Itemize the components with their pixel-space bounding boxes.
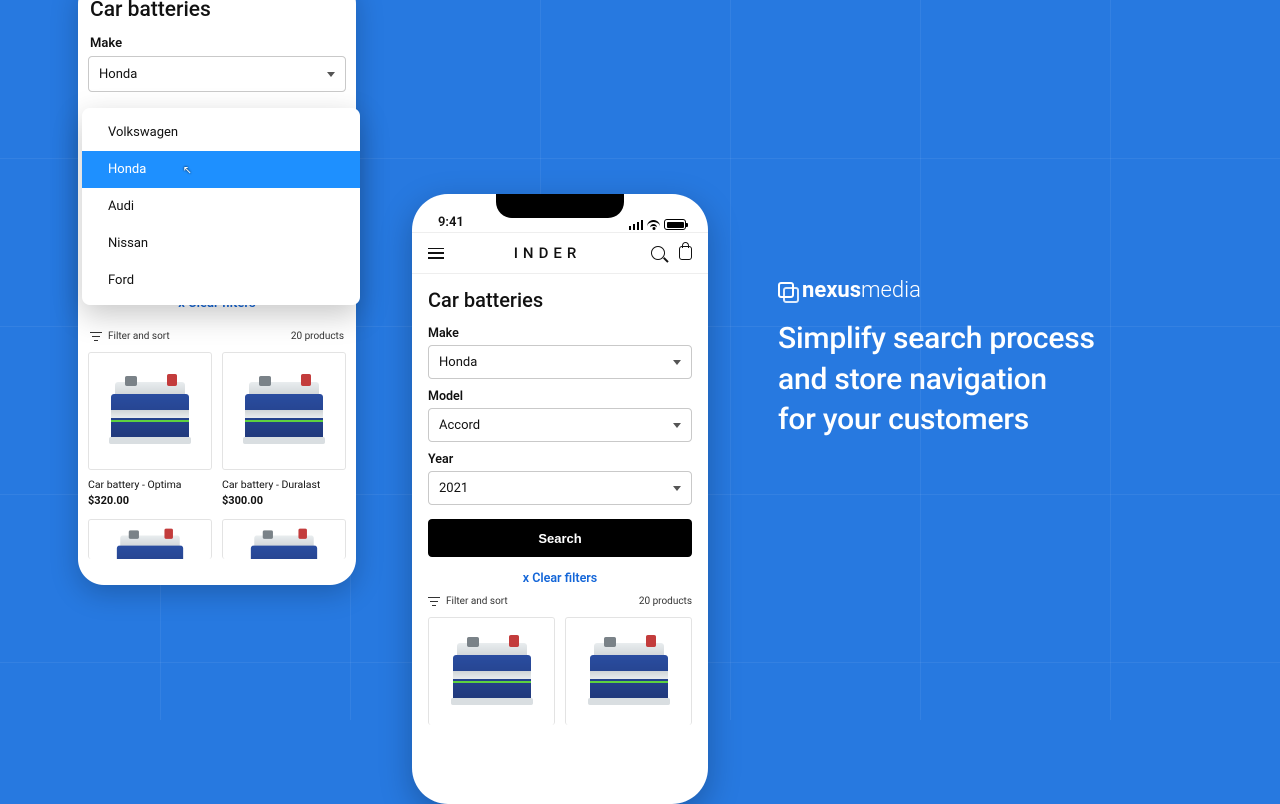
make-dropdown: VolkswagenHonda↖AudiNissanFord — [82, 108, 360, 305]
cursor-icon: ↖ — [183, 163, 192, 176]
chevron-down-icon — [673, 423, 681, 428]
product-card[interactable] — [565, 617, 692, 725]
filter-sort-label[interactable]: Filter and sort — [446, 596, 508, 607]
product-card[interactable] — [88, 352, 212, 470]
battery-image — [590, 643, 668, 701]
make-select[interactable]: Honda — [88, 56, 346, 92]
product-card[interactable] — [88, 519, 212, 559]
nexusmedia-logo: nexusmedia — [778, 278, 1240, 303]
logo-text-light: media — [861, 278, 921, 303]
make-option[interactable]: Honda↖ — [82, 151, 360, 188]
battery-image — [111, 382, 189, 440]
product-grid — [88, 519, 346, 559]
make-select[interactable]: Honda — [428, 345, 692, 379]
product-grid — [88, 352, 346, 470]
battery-image — [245, 382, 323, 440]
filter-icon — [90, 332, 102, 342]
battery-image — [117, 535, 183, 559]
make-option[interactable]: Audi — [82, 188, 360, 225]
make-label: Make — [90, 36, 344, 51]
headline-line: Simplify search process — [778, 319, 1240, 360]
make-option[interactable]: Nissan — [82, 225, 360, 262]
year-label: Year — [428, 452, 692, 467]
cart-icon[interactable] — [679, 246, 692, 260]
make-select-value: Honda — [99, 67, 137, 82]
product-card[interactable] — [222, 519, 346, 559]
phone-mock-left: Car batteries Make Honda VolkswagenHonda… — [78, 0, 356, 585]
search-button[interactable]: Search — [428, 519, 692, 557]
product-grid — [428, 617, 692, 725]
logo-text-bold: nexus — [802, 278, 861, 303]
year-select[interactable]: 2021 — [428, 471, 692, 505]
make-option[interactable]: Ford — [82, 262, 360, 299]
chevron-down-icon — [673, 360, 681, 365]
year-select-value: 2021 — [439, 481, 468, 496]
app-header: INDER — [412, 232, 708, 274]
battery-image — [251, 535, 317, 559]
product-name: Car battery - Duralast — [222, 478, 346, 491]
product-name: Car battery - Optima — [88, 478, 212, 491]
marketing-panel: nexusmedia Simplify search process and s… — [778, 278, 1240, 441]
battery-image — [453, 643, 531, 701]
signal-icon — [629, 220, 644, 230]
filter-sort-bar: Filter and sort 20 products — [90, 331, 344, 342]
chevron-down-icon — [327, 72, 335, 77]
filter-sort-bar: Filter and sort 20 products — [428, 596, 692, 607]
filter-icon — [428, 597, 440, 607]
headline-line: and store navigation — [778, 360, 1240, 401]
wifi-icon — [647, 220, 660, 230]
battery-icon — [664, 219, 686, 230]
headline: Simplify search process and store naviga… — [778, 319, 1240, 441]
filter-sort-label[interactable]: Filter and sort — [108, 331, 170, 342]
model-label: Model — [428, 389, 692, 404]
product-card[interactable] — [428, 617, 555, 725]
clear-filters-link[interactable]: x Clear filters — [428, 571, 692, 586]
model-select[interactable]: Accord — [428, 408, 692, 442]
make-select-value: Honda — [439, 355, 477, 370]
phone-mock-right: 9:41 INDER Car batteries Make Honda Mode… — [412, 194, 708, 804]
chevron-down-icon — [673, 486, 681, 491]
menu-icon[interactable] — [428, 248, 444, 259]
page-title: Car batteries — [90, 0, 344, 22]
model-select-value: Accord — [439, 418, 480, 433]
search-icon[interactable] — [651, 246, 665, 260]
make-option[interactable]: Volkswagen — [82, 114, 360, 151]
product-price: $320.00 — [88, 494, 212, 507]
product-price: $300.00 — [222, 494, 346, 507]
product-card[interactable] — [222, 352, 346, 470]
page-title: Car batteries — [428, 288, 692, 312]
brand-logo: INDER — [514, 244, 582, 262]
make-label: Make — [428, 326, 692, 341]
logo-mark-icon — [778, 282, 796, 300]
headline-line: for your customers — [778, 400, 1240, 441]
status-time: 9:41 — [438, 215, 464, 230]
product-count: 20 products — [291, 331, 344, 342]
product-count: 20 products — [639, 596, 692, 607]
phone-notch — [496, 194, 624, 218]
